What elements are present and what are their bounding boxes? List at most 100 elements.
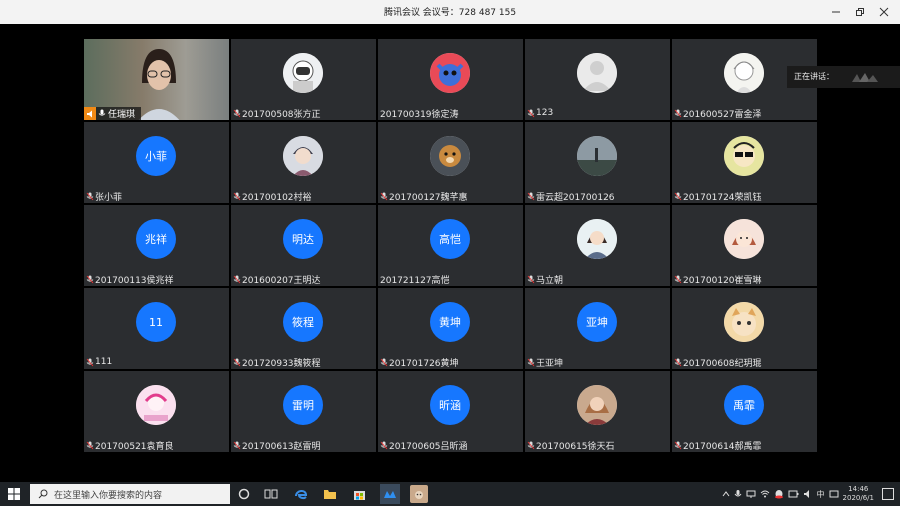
file-explorer-button[interactable]	[322, 486, 338, 502]
clock[interactable]: 14:46 2020/6/1	[843, 485, 874, 503]
cortana-icon	[238, 488, 250, 500]
task-view-button[interactable]	[263, 486, 279, 502]
participant-tile[interactable]: 201700521袁育良	[84, 371, 229, 452]
participant-tile[interactable]: 亚坤 王亚坤	[525, 288, 670, 369]
portrait-avatar	[577, 385, 617, 425]
participant-tile[interactable]: 201700120崔雪琳	[672, 205, 817, 286]
participant-tile[interactable]: 昕涵 201700605吕昕涵	[378, 371, 523, 452]
participant-name: 201701726黄坤	[389, 358, 459, 369]
taskbar-search-box[interactable]: 在这里输入你要搜索的内容	[30, 484, 230, 504]
muted-microphone-icon	[86, 358, 94, 366]
windows-start-icon[interactable]	[8, 488, 20, 500]
participant-name: 201600527雷金泽	[683, 109, 762, 120]
cat-avatar	[724, 302, 764, 342]
maximize-button[interactable]	[850, 3, 870, 21]
microphone-icon[interactable]	[734, 489, 742, 499]
muted-microphone-icon	[86, 275, 94, 283]
sunglasses-avatar	[724, 136, 764, 176]
participant-tile[interactable]: 201700608纪玥琨	[672, 288, 817, 369]
astronaut-avatar	[283, 53, 323, 93]
store-button[interactable]	[351, 486, 367, 502]
participant-name-row: 201700614郝禹霏	[674, 439, 762, 452]
initials-avatar: 筱程	[283, 302, 323, 342]
participant-tile[interactable]: 201700319徐定涛	[378, 39, 523, 120]
participant-tile[interactable]: 筱程 201720933魏筱程	[231, 288, 376, 369]
app-taskbar-button[interactable]	[410, 485, 428, 503]
participant-name-row: 201700613赵雷明	[233, 439, 321, 452]
participant-tile[interactable]: 11 111	[84, 288, 229, 369]
input-method-icon[interactable]	[829, 489, 839, 499]
participant-tile[interactable]: 201700508张方正	[231, 39, 376, 120]
participant-name-row: 201700120崔雪琳	[674, 273, 762, 286]
speaker-name-bar: 任瑞琪	[84, 107, 142, 120]
close-button[interactable]	[874, 3, 894, 21]
participant-tile[interactable]: 201700127魏芊惠	[378, 122, 523, 203]
participant-name-row: 111	[86, 356, 112, 368]
anime-boy-avatar	[283, 136, 323, 176]
cortana-button[interactable]	[236, 486, 252, 502]
participant-video-person	[138, 49, 180, 120]
participant-tile[interactable]: 201701724荣凯钰	[672, 122, 817, 203]
search-placeholder: 在这里输入你要搜索的内容	[54, 490, 163, 501]
battery-icon[interactable]	[788, 489, 799, 499]
participant-tile[interactable]: 兆祥 201700113侯兆祥	[84, 205, 229, 286]
initials-avatar: 小菲	[136, 136, 176, 176]
participant-name-row: 201700319徐定涛	[380, 107, 459, 120]
muted-microphone-icon	[380, 358, 388, 366]
participant-name: 任瑞琪	[108, 110, 136, 120]
muted-microphone-icon	[674, 358, 682, 366]
participant-name-row: 张小菲	[86, 190, 122, 203]
wifi-icon[interactable]	[760, 489, 770, 499]
participant-tile[interactable]: 123	[525, 39, 670, 120]
muted-microphone-icon	[674, 192, 682, 200]
muted-microphone-icon	[233, 358, 241, 366]
tencent-meeting-taskbar-button[interactable]	[380, 484, 400, 504]
input-method-indicator[interactable]: 中	[817, 489, 825, 500]
qq-icon[interactable]	[774, 489, 784, 499]
participant-tile[interactable]: 马立朝	[525, 205, 670, 286]
store-icon	[353, 490, 365, 500]
participant-tile[interactable]: 小菲张小菲	[84, 122, 229, 203]
network-icon[interactable]	[746, 489, 756, 499]
edge-icon	[295, 490, 308, 500]
participant-name: 201700613赵雷明	[242, 441, 321, 452]
participant-tile[interactable]: 禹霏 201700614郝禹霏	[672, 371, 817, 452]
participant-name-row: 201720933魏筱程	[233, 356, 321, 369]
volume-icon[interactable]	[803, 489, 813, 499]
muted-microphone-icon	[380, 441, 388, 449]
initials-avatar: 黄坤	[430, 302, 470, 342]
minimize-button[interactable]	[826, 3, 846, 21]
participant-name-row: 201600207王明达	[233, 273, 321, 286]
participant-name-row: 雷云超201700126	[527, 190, 615, 203]
chevron-up-icon[interactable]	[722, 490, 730, 498]
participant-tile[interactable]: 201700102村裕	[231, 122, 376, 203]
muted-microphone-icon	[527, 275, 535, 283]
speaking-waveform-icon	[852, 73, 878, 82]
participant-tile[interactable]: 201700615徐天石	[525, 371, 670, 452]
participant-name: 201700319徐定涛	[380, 109, 459, 120]
muted-microphone-icon	[86, 441, 94, 449]
participant-name: 201701724荣凯钰	[683, 192, 762, 203]
speaking-badge	[84, 107, 96, 120]
microphone-icon	[98, 109, 106, 116]
participant-tile[interactable]: 黄坤 201701726黄坤	[378, 288, 523, 369]
participant-tile[interactable]: 雷明 201700613赵雷明	[231, 371, 376, 452]
participant-tile[interactable]: 高恺 201721127高恺	[378, 205, 523, 286]
cartoon-avatar	[430, 53, 470, 93]
participant-name-row: 201700521袁育良	[86, 439, 174, 452]
taskbar: 在这里输入你要搜索的内容 中 14:46 2020/6/1	[0, 482, 900, 506]
participant-name: 201700508张方正	[242, 109, 321, 120]
participant-tile[interactable]: 明达 201600207王明达	[231, 205, 376, 286]
participant-name-row: 马立朝	[527, 273, 563, 286]
muted-microphone-icon	[86, 192, 94, 200]
edge-button[interactable]	[293, 486, 309, 502]
participant-tile[interactable]: 雷云超201700126	[525, 122, 670, 203]
notification-center-icon[interactable]	[882, 488, 894, 500]
participant-tile[interactable]: 任瑞琪	[84, 39, 229, 120]
initials-avatar: 高恺	[430, 219, 470, 259]
participant-name: 201720933魏筱程	[242, 358, 321, 369]
participant-name-row: 201700127魏芊惠	[380, 190, 468, 203]
speaking-label: 正在讲话：	[794, 72, 834, 81]
initials-avatar: 明达	[283, 219, 323, 259]
participant-name: 201700605吕昕涵	[389, 441, 468, 452]
